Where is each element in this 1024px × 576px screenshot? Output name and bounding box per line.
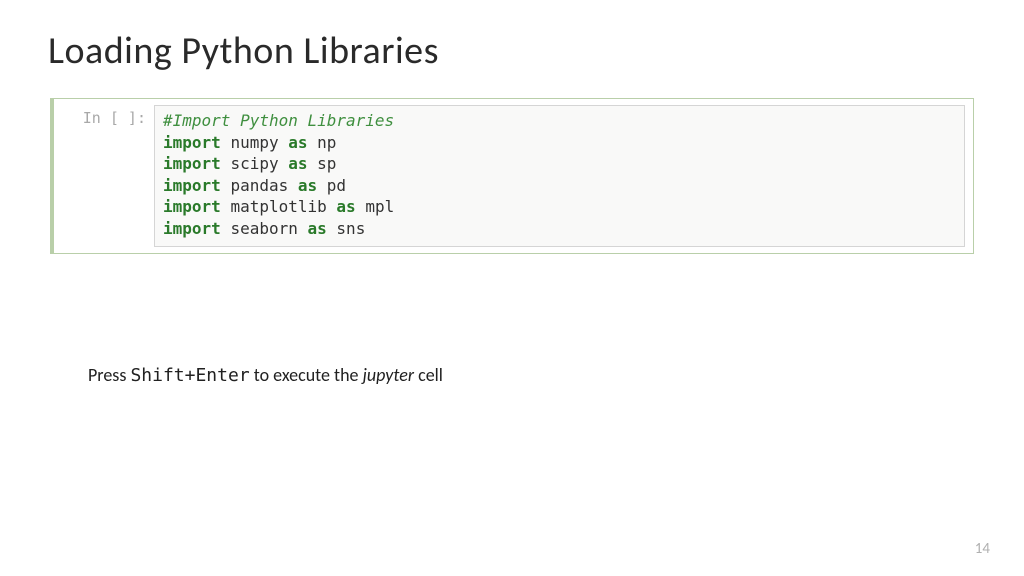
code-input[interactable]: #Import Python Libraries import numpy as… bbox=[154, 105, 965, 247]
keystroke: Shift+Enter bbox=[130, 365, 249, 386]
code-comment: #Import Python Libraries bbox=[163, 111, 394, 130]
page-number: 14 bbox=[975, 540, 990, 558]
cell-prompt: In [ ]: bbox=[60, 105, 154, 127]
kw-import: import bbox=[163, 197, 221, 216]
kw-import: import bbox=[163, 133, 221, 152]
kw-import: import bbox=[163, 176, 221, 195]
jupyter-cell: In [ ]: #Import Python Libraries import … bbox=[50, 98, 974, 254]
kw-import: import bbox=[163, 219, 221, 238]
kw-import: import bbox=[163, 154, 221, 173]
instruction-text: Press Shift+Enter to execute the jupyter… bbox=[48, 364, 976, 386]
slide-title: Loading Python Libraries bbox=[48, 28, 976, 74]
